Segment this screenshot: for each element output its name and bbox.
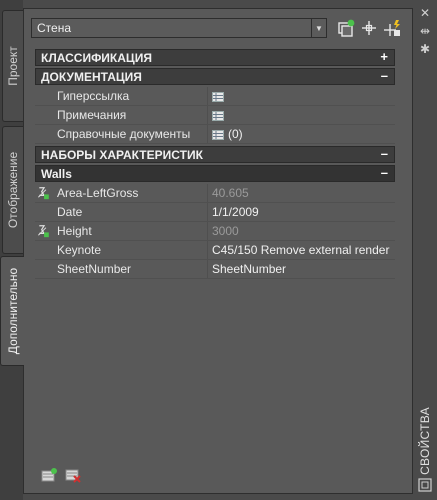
quick-select-icon[interactable] bbox=[336, 18, 356, 38]
settings-icon[interactable]: ✱ bbox=[418, 42, 432, 56]
formula-property-icon bbox=[38, 225, 49, 238]
property-row-area-leftgross[interactable]: Area-LeftGross 40.605 bbox=[35, 184, 395, 203]
property-value[interactable] bbox=[212, 89, 228, 103]
add-property-set-icon[interactable] bbox=[41, 467, 57, 483]
category-documentation[interactable]: ДОКУМЕНТАЦИЯ – bbox=[35, 68, 395, 85]
property-name: Area-LeftGross bbox=[57, 186, 139, 200]
autohide-icon[interactable]: ⇹ bbox=[418, 24, 432, 38]
properties-panel: Стена ▼ КЛАССИФИКАЦИЯ + ДОКУМЕНТАЦИЯ – Г… bbox=[23, 8, 413, 494]
property-row-reference-docs[interactable]: Справочные документы (0) bbox=[35, 125, 395, 144]
palette-title: СВОЙСТВА bbox=[418, 407, 432, 475]
category-property-sets[interactable]: НАБОРЫ ХАРАКТЕРИСТИК – bbox=[35, 146, 395, 163]
property-value[interactable]: SheetNumber bbox=[212, 262, 286, 276]
property-name: Height bbox=[57, 224, 92, 238]
category-documentation-label: ДОКУМЕНТАЦИЯ bbox=[41, 70, 142, 84]
category-classification-label: КЛАССИФИКАЦИЯ bbox=[41, 51, 152, 65]
palette-title-bar: ✕ ⇹ ✱ СВОЙСТВА bbox=[413, 0, 437, 500]
property-name: Keynote bbox=[57, 243, 102, 257]
property-name: SheetNumber bbox=[57, 262, 132, 276]
worksheet-icon[interactable] bbox=[212, 111, 224, 121]
worksheet-icon[interactable] bbox=[212, 130, 224, 140]
tab-extended-label: Дополнительно bbox=[5, 267, 20, 355]
expand-icon[interactable]: + bbox=[380, 49, 388, 64]
collapse-icon[interactable]: – bbox=[381, 146, 388, 161]
formula-property-icon bbox=[38, 187, 49, 200]
remove-property-set-icon[interactable] bbox=[65, 467, 81, 483]
collapse-icon[interactable]: – bbox=[381, 165, 388, 180]
property-row-sheetnumber[interactable]: SheetNumber SheetNumber bbox=[35, 260, 395, 279]
tab-extended[interactable]: Дополнительно bbox=[0, 256, 24, 366]
category-walls-label: Walls bbox=[41, 167, 72, 181]
tab-display[interactable]: Отображение bbox=[2, 126, 23, 254]
property-row-height[interactable]: Height 3000 bbox=[35, 222, 395, 241]
property-row-hyperlink[interactable]: Гиперссылка bbox=[35, 87, 395, 106]
chevron-down-icon[interactable]: ▼ bbox=[311, 19, 326, 37]
property-value[interactable]: 1/1/2009 bbox=[212, 205, 259, 219]
object-type-select[interactable]: Стена ▼ bbox=[31, 18, 327, 38]
property-value[interactable]: C45/150 Remove external render bbox=[212, 243, 389, 257]
tab-project[interactable]: Проект bbox=[2, 10, 23, 122]
property-row-date[interactable]: Date 1/1/2009 bbox=[35, 203, 395, 222]
property-name: Примечания bbox=[57, 108, 127, 122]
view-icon[interactable] bbox=[418, 478, 432, 492]
property-value: 40.605 bbox=[212, 186, 249, 200]
property-value: 3000 bbox=[212, 224, 239, 238]
category-classification[interactable]: КЛАССИФИКАЦИЯ + bbox=[35, 49, 395, 66]
property-grid: КЛАССИФИКАЦИЯ + ДОКУМЕНТАЦИЯ – Гиперссыл… bbox=[35, 49, 395, 279]
worksheet-icon[interactable] bbox=[212, 92, 224, 102]
property-value[interactable]: (0) bbox=[212, 127, 243, 141]
pickadd-icon[interactable] bbox=[382, 18, 402, 38]
tab-project-label: Проект bbox=[6, 46, 20, 86]
property-row-keynote[interactable]: Keynote C45/150 Remove external render bbox=[35, 241, 395, 260]
property-name: Гиперссылка bbox=[57, 89, 130, 103]
tab-display-label: Отображение bbox=[6, 151, 20, 229]
category-walls[interactable]: Walls – bbox=[35, 165, 395, 182]
close-icon[interactable]: ✕ bbox=[418, 6, 432, 20]
collapse-icon[interactable]: – bbox=[381, 68, 388, 83]
property-name: Date bbox=[57, 205, 83, 219]
property-row-notes[interactable]: Примечания bbox=[35, 106, 395, 125]
category-property-sets-label: НАБОРЫ ХАРАКТЕРИСТИК bbox=[41, 148, 203, 162]
object-type-value: Стена bbox=[37, 21, 72, 35]
select-objects-icon[interactable] bbox=[359, 18, 379, 38]
property-value[interactable] bbox=[212, 108, 228, 122]
property-name: Справочные документы bbox=[57, 127, 191, 141]
left-tab-strip: Проект Отображение Дополнительно bbox=[0, 0, 24, 500]
